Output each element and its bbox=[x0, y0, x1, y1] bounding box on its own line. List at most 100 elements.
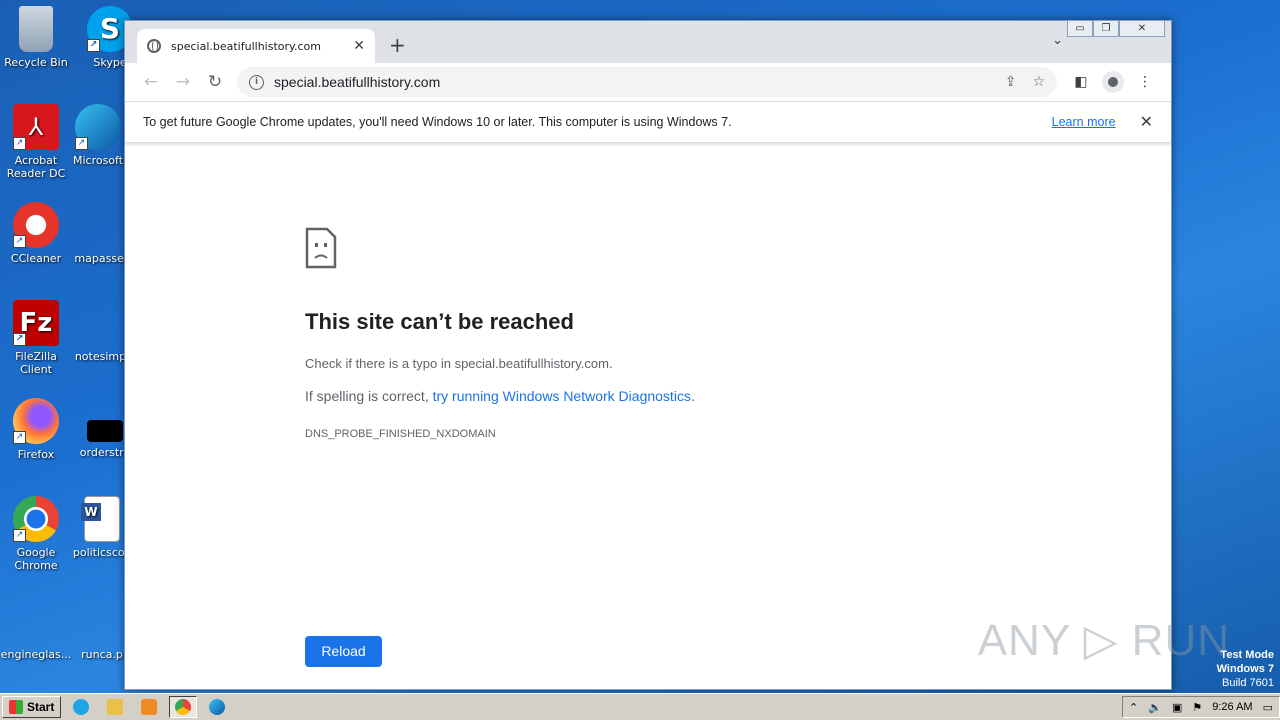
kebab-menu-icon[interactable]: ⋮ bbox=[1129, 74, 1161, 90]
shortcut-arrow-icon: ↗ bbox=[75, 137, 88, 150]
tab-strip: special.beatifullhistory.com ✕ + ⌄ ▭ ❐ ✕ bbox=[125, 20, 1171, 63]
edge-icon: ↗ bbox=[75, 104, 121, 150]
error-hint-typo: Check if there is a typo in special.beat… bbox=[305, 356, 613, 371]
shortcut-arrow-icon: ↗ bbox=[13, 431, 26, 444]
share-icon[interactable]: ⇪ bbox=[1005, 74, 1017, 90]
desktop-icon-label: mapasses bbox=[74, 252, 130, 265]
file-icon bbox=[79, 300, 125, 346]
taskbar-chrome-icon[interactable] bbox=[169, 696, 198, 718]
desktop-icon-label: Google Chrome bbox=[14, 546, 58, 572]
reload-icon[interactable]: ↻ bbox=[199, 72, 231, 92]
taskbar-media-player-icon[interactable] bbox=[135, 696, 163, 718]
network-icon[interactable]: ▣ bbox=[1172, 701, 1182, 714]
start-button[interactable]: Start bbox=[2, 696, 62, 718]
taskbar: Start ⌃ 🔈 ▣ ⚑ 9:26 AM ▭ bbox=[0, 693, 1280, 720]
desktop-icon-label: notesimpl bbox=[74, 350, 130, 363]
desktop-icon-engineglas[interactable]: engineglas... bbox=[0, 598, 72, 661]
close-window-button[interactable]: ✕ bbox=[1119, 20, 1165, 37]
shortcut-arrow-icon: ↗ bbox=[13, 137, 26, 150]
forward-arrow-icon[interactable]: → bbox=[167, 72, 199, 92]
show-desktop-icon[interactable]: ▭ bbox=[1263, 701, 1273, 714]
error-hint-diagnostics: If spelling is correct, try running Wind… bbox=[305, 388, 695, 404]
ccleaner-icon: ↗ bbox=[13, 202, 59, 248]
infobar-close-icon[interactable]: ✕ bbox=[1140, 112, 1153, 132]
word-document-icon: W bbox=[81, 496, 120, 542]
browser-toolbar: ← → ↻ i special.beatifullhistory.com ⇪ ☆… bbox=[125, 63, 1171, 101]
desktop-icon-label: orderstro bbox=[79, 446, 131, 459]
tab-close-icon[interactable]: ✕ bbox=[353, 38, 365, 54]
filezilla-icon: Fz ↗ bbox=[13, 300, 59, 346]
tab-search-chevron-icon[interactable]: ⌄ bbox=[1052, 33, 1063, 48]
desktop-icon-label: Acrobat Reader DC bbox=[6, 154, 66, 180]
desktop-icon-recycle-bin[interactable]: Recycle Bin bbox=[0, 6, 72, 69]
file-icon bbox=[13, 598, 59, 644]
chrome-window: special.beatifullhistory.com ✕ + ⌄ ▭ ❐ ✕… bbox=[124, 20, 1172, 690]
desktop-icon-label: Skype bbox=[93, 56, 127, 69]
error-title: This site can’t be reached bbox=[305, 309, 574, 334]
file-icon bbox=[87, 420, 123, 442]
globe-icon bbox=[147, 39, 161, 53]
desktop-icon-label: politicscov bbox=[72, 546, 132, 559]
tab-active[interactable]: special.beatifullhistory.com ✕ bbox=[137, 29, 375, 63]
chrome-icon: ↗ bbox=[13, 496, 59, 542]
clock[interactable]: 9:26 AM bbox=[1212, 701, 1252, 713]
new-tab-button[interactable]: + bbox=[389, 33, 406, 57]
desktop-icon-label: Recycle Bin bbox=[4, 56, 68, 69]
desktop-icon-firefox[interactable]: ↗ Firefox bbox=[0, 398, 72, 461]
reload-button[interactable]: Reload bbox=[305, 636, 382, 667]
shortcut-arrow-icon: ↗ bbox=[87, 39, 100, 52]
back-arrow-icon[interactable]: ← bbox=[135, 72, 167, 92]
firefox-icon: ↗ bbox=[13, 398, 59, 444]
shortcut-arrow-icon: ↗ bbox=[13, 235, 26, 248]
profile-avatar-icon[interactable] bbox=[1102, 71, 1124, 93]
volume-icon[interactable]: 🔈 bbox=[1148, 701, 1162, 714]
network-diagnostics-link[interactable]: try running Windows Network Diagnostics bbox=[433, 388, 691, 404]
error-code: DNS_PROBE_FINISHED_NXDOMAIN bbox=[305, 428, 496, 440]
acrobat-icon: ⅄ ↗ bbox=[13, 104, 59, 150]
taskbar-edge-icon[interactable] bbox=[203, 696, 231, 718]
anyrun-watermark: ANY ▷ RUN bbox=[977, 616, 1230, 665]
system-tray: ⌃ 🔈 ▣ ⚑ 9:26 AM ▭ bbox=[1122, 696, 1280, 718]
shortcut-arrow-icon: ↗ bbox=[13, 529, 26, 542]
taskbar-explorer-icon[interactable] bbox=[101, 696, 129, 718]
desktop-icon-label: CCleaner bbox=[10, 252, 62, 265]
action-center-flag-icon[interactable]: ⚑ bbox=[1192, 701, 1202, 714]
restore-button[interactable]: ❐ bbox=[1093, 20, 1119, 37]
learn-more-link[interactable]: Learn more bbox=[1052, 115, 1116, 129]
start-label: Start bbox=[27, 700, 55, 714]
desktop-icon-label: Firefox bbox=[17, 448, 55, 461]
address-url[interactable]: special.beatifullhistory.com bbox=[274, 74, 989, 90]
build-number-label: Build 7601 bbox=[1222, 677, 1274, 689]
windows-logo-icon bbox=[9, 700, 23, 714]
diagnostics-suffix: . bbox=[690, 388, 695, 404]
error-page: This site can’t be reached Check if ther… bbox=[125, 143, 1171, 689]
file-icon bbox=[79, 202, 125, 248]
address-bar[interactable]: i special.beatifullhistory.com ⇪ ☆ bbox=[237, 67, 1057, 97]
recycle-bin-icon bbox=[19, 6, 53, 52]
shortcut-arrow-icon: ↗ bbox=[13, 333, 26, 346]
desktop-icon-google-chrome[interactable]: ↗ Google Chrome bbox=[0, 496, 72, 572]
site-info-icon[interactable]: i bbox=[249, 74, 264, 90]
desktop-icon-filezilla[interactable]: Fz ↗ FileZilla Client bbox=[0, 300, 72, 376]
test-mode-label: Test Mode bbox=[1220, 649, 1274, 661]
desktop-icon-label: Microsoft bbox=[72, 154, 124, 167]
desktop-icon-label: engineglas... bbox=[0, 648, 72, 661]
update-infobar: To get future Google Chrome updates, you… bbox=[125, 101, 1171, 143]
taskbar-ie-icon[interactable] bbox=[67, 696, 95, 718]
os-test-mode-info: Test Mode Windows 7 Build 7601 bbox=[1217, 648, 1274, 690]
desktop-icon-label: runca.p bbox=[81, 648, 123, 661]
tab-title: special.beatifullhistory.com bbox=[171, 39, 321, 53]
diagnostics-prefix: If spelling is correct, bbox=[305, 388, 433, 404]
window-controls: ▭ ❐ ✕ bbox=[1067, 20, 1165, 37]
desktop-icon-label: FileZilla Client bbox=[15, 350, 57, 376]
desktop-icon-ccleaner[interactable]: ↗ CCleaner bbox=[0, 202, 72, 265]
windows-version-label: Windows 7 bbox=[1216, 663, 1274, 675]
tray-expand-icon[interactable]: ⌃ bbox=[1129, 701, 1138, 714]
bookmark-star-icon[interactable]: ☆ bbox=[1032, 74, 1045, 90]
side-panel-icon[interactable]: ◧ bbox=[1065, 74, 1097, 90]
minimize-button[interactable]: ▭ bbox=[1067, 20, 1093, 37]
infobar-message: To get future Google Chrome updates, you… bbox=[143, 115, 732, 129]
profile-head-icon bbox=[1108, 77, 1118, 87]
file-icon bbox=[79, 598, 125, 644]
sad-document-icon bbox=[305, 227, 337, 269]
